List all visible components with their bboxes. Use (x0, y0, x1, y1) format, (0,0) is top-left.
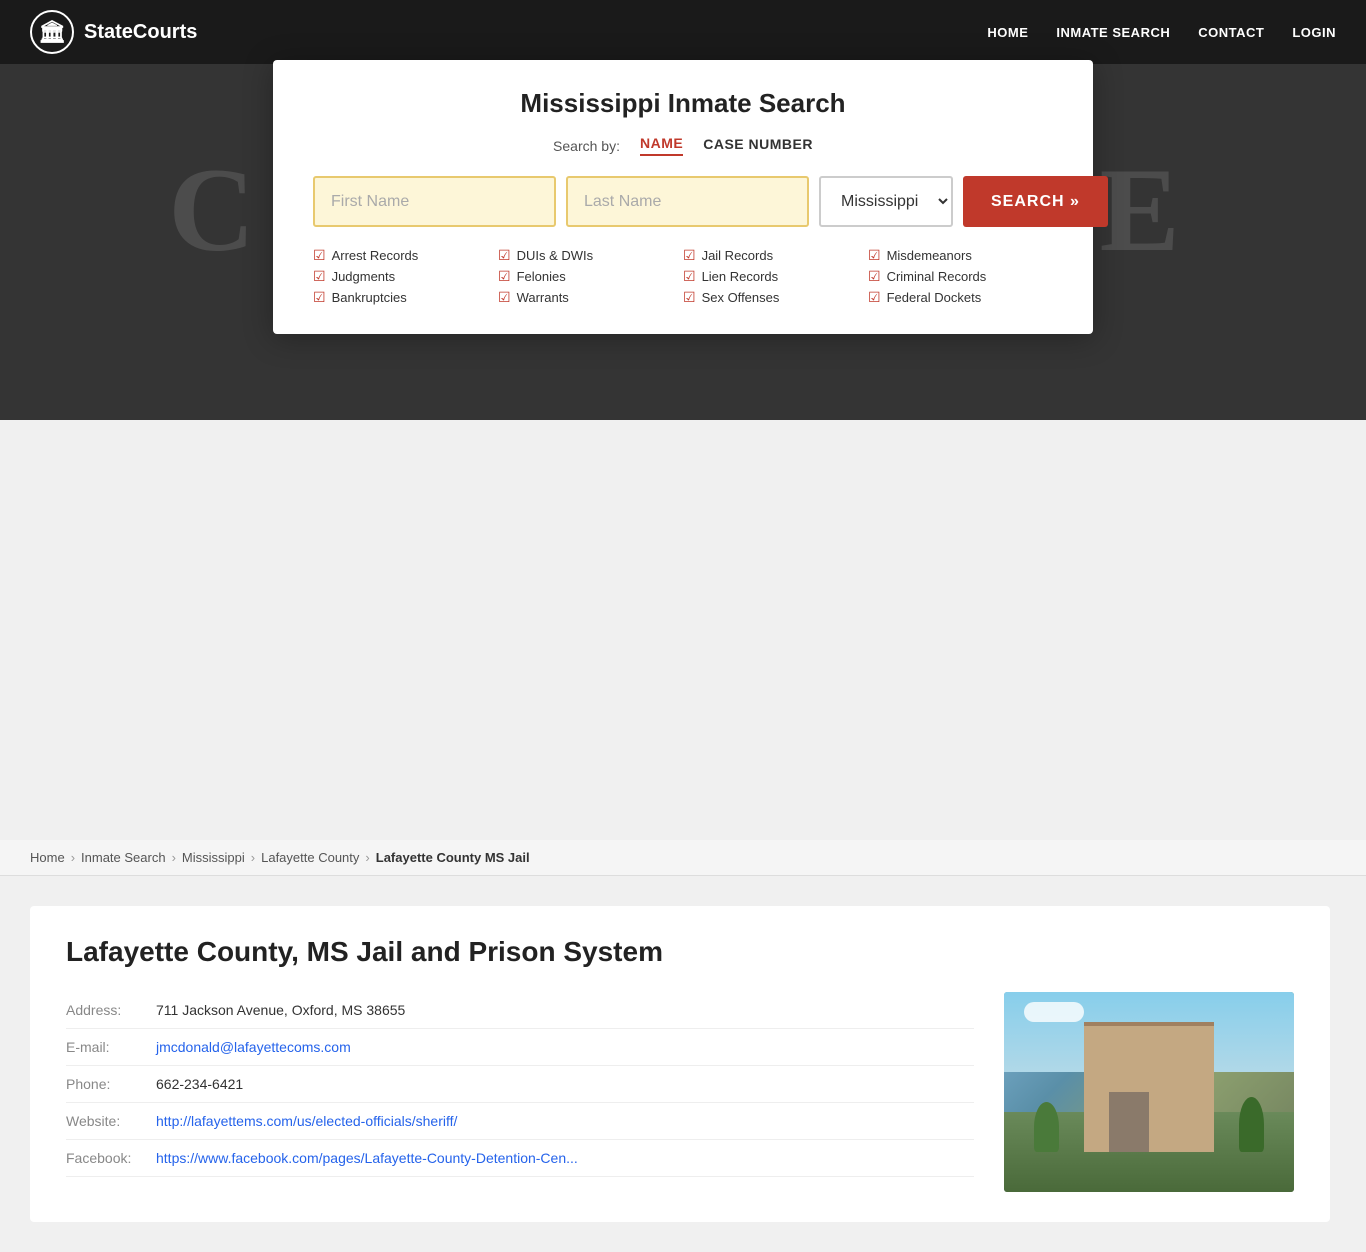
facebook-label: Facebook: (66, 1150, 156, 1166)
nav-home[interactable]: HOME (987, 25, 1028, 40)
check-item: ☑ Misdemeanors (868, 247, 1053, 264)
search-by-label: Search by: (553, 138, 620, 154)
website-row: Website: http://lafayettems.com/us/elect… (66, 1103, 974, 1140)
breadcrumb-inmate-search[interactable]: Inmate Search (81, 850, 166, 865)
tab-name[interactable]: NAME (640, 135, 683, 156)
logo-link[interactable]: 🏛 StateCourts (30, 10, 197, 54)
nav-login[interactable]: LOGIN (1292, 25, 1336, 40)
check-icon: ☑ (498, 289, 511, 306)
check-item: ☑ Felonies (498, 268, 683, 285)
check-icon: ☑ (683, 289, 696, 306)
check-label: Sex Offenses (702, 290, 780, 305)
check-label: Federal Dockets (887, 290, 982, 305)
check-label: Misdemeanors (887, 248, 972, 263)
content-section: Lafayette County, MS Jail and Prison Sys… (0, 876, 1366, 1252)
check-label: Lien Records (702, 269, 779, 284)
address-label: Address: (66, 1002, 156, 1018)
phone-row: Phone: 662-234-6421 (66, 1066, 974, 1103)
check-label: Arrest Records (332, 248, 419, 263)
content-card: Lafayette County, MS Jail and Prison Sys… (30, 906, 1330, 1222)
check-item: ☑ Judgments (313, 268, 498, 285)
breadcrumb-current: Lafayette County MS Jail (376, 850, 530, 865)
website-label: Website: (66, 1113, 156, 1129)
sep4: › (365, 850, 369, 865)
check-icon: ☑ (313, 289, 326, 306)
info-layout: Address: 711 Jackson Avenue, Oxford, MS … (66, 992, 1294, 1192)
check-item: ☑ Bankruptcies (313, 289, 498, 306)
logo-text: StateCourts (84, 21, 197, 44)
check-label: Judgments (332, 269, 396, 284)
search-title: Mississippi Inmate Search (313, 88, 1053, 119)
check-icon: ☑ (498, 268, 511, 285)
check-icon: ☑ (498, 247, 511, 264)
building-door (1109, 1092, 1149, 1152)
check-icon: ☑ (868, 268, 881, 285)
check-label: Felonies (517, 269, 566, 284)
phone-value: 662-234-6421 (156, 1076, 974, 1092)
sep3: › (251, 850, 255, 865)
navigation: 🏛 StateCourts HOME INMATE SEARCH CONTACT… (0, 0, 1366, 64)
check-item: ☑ Federal Dockets (868, 289, 1053, 306)
state-select[interactable]: Mississippi (819, 176, 953, 227)
breadcrumb-home[interactable]: Home (30, 850, 65, 865)
search-card: Mississippi Inmate Search Search by: NAM… (273, 60, 1093, 334)
check-icon: ☑ (683, 268, 696, 285)
breadcrumb-mississippi[interactable]: Mississippi (182, 850, 245, 865)
check-item: ☑ Lien Records (683, 268, 868, 285)
address-row: Address: 711 Jackson Avenue, Oxford, MS … (66, 992, 974, 1029)
check-item: ☑ Sex Offenses (683, 289, 868, 306)
phone-label: Phone: (66, 1076, 156, 1092)
check-icon: ☑ (313, 268, 326, 285)
search-button[interactable]: SEARCH » (963, 176, 1108, 227)
nav-inmate-search[interactable]: INMATE SEARCH (1056, 25, 1170, 40)
email-link[interactable]: jmcdonald@lafayettecoms.com (156, 1039, 351, 1055)
content-title: Lafayette County, MS Jail and Prison Sys… (66, 936, 1294, 968)
last-name-input[interactable] (566, 176, 809, 227)
check-label: Criminal Records (887, 269, 987, 284)
check-item: ☑ DUIs & DWIs (498, 247, 683, 264)
sep1: › (71, 850, 75, 865)
check-item: ☑ Warrants (498, 289, 683, 306)
website-link[interactable]: http://lafayettems.com/us/elected-offici… (156, 1113, 457, 1129)
tree-left (1034, 1102, 1059, 1152)
logo-icon: 🏛 (30, 10, 74, 54)
building-body (1084, 1022, 1214, 1152)
email-label: E-mail: (66, 1039, 156, 1055)
check-label: Bankruptcies (332, 290, 407, 305)
search-tabs: Search by: NAME CASE NUMBER (313, 135, 1053, 156)
check-icon: ☑ (868, 247, 881, 264)
first-name-input[interactable] (313, 176, 556, 227)
nav-links: HOME INMATE SEARCH CONTACT LOGIN (987, 25, 1336, 40)
checks-grid: ☑ Arrest Records ☑ DUIs & DWIs ☑ Jail Records… (313, 247, 1053, 306)
clouds (1024, 1002, 1084, 1022)
check-item: ☑ Arrest Records (313, 247, 498, 264)
check-icon: ☑ (868, 289, 881, 306)
email-row: E-mail: jmcdonald@lafayettecoms.com (66, 1029, 974, 1066)
check-item: ☑ Criminal Records (868, 268, 1053, 285)
hero-section: COURTHOUSE 🏛 StateCourts HOME INMATE SEA… (0, 0, 1366, 420)
breadcrumb: Home › Inmate Search › Mississippi › Laf… (0, 840, 1366, 876)
tree-right (1239, 1097, 1264, 1152)
check-label: DUIs & DWIs (517, 248, 594, 263)
nav-contact[interactable]: CONTACT (1198, 25, 1264, 40)
facebook-link[interactable]: https://www.facebook.com/pages/Lafayette… (156, 1150, 578, 1166)
info-table: Address: 711 Jackson Avenue, Oxford, MS … (66, 992, 974, 1192)
facility-image (1004, 992, 1294, 1192)
check-item: ☑ Jail Records (683, 247, 868, 264)
tab-case-number[interactable]: CASE NUMBER (703, 136, 813, 155)
breadcrumb-lafayette-county[interactable]: Lafayette County (261, 850, 359, 865)
check-icon: ☑ (683, 247, 696, 264)
facebook-row: Facebook: https://www.facebook.com/pages… (66, 1140, 974, 1177)
check-label: Jail Records (702, 248, 774, 263)
check-label: Warrants (517, 290, 569, 305)
address-value: 711 Jackson Avenue, Oxford, MS 38655 (156, 1002, 974, 1018)
search-inputs: Mississippi SEARCH » (313, 176, 1053, 227)
sep2: › (172, 850, 176, 865)
check-icon: ☑ (313, 247, 326, 264)
